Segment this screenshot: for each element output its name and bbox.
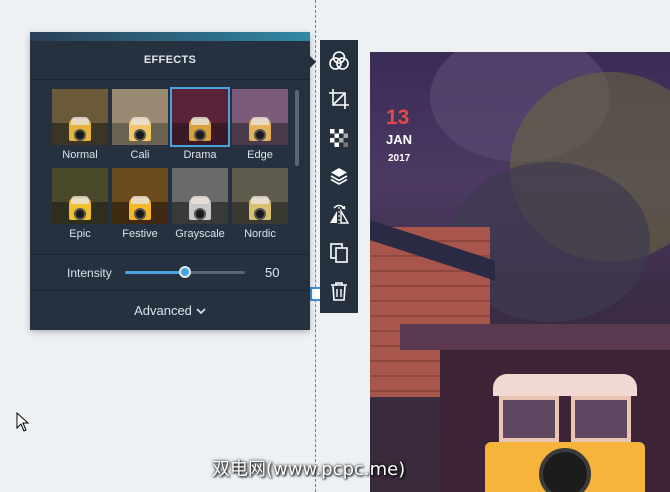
filter-label: Drama [183, 149, 217, 161]
crop-button[interactable] [320, 80, 358, 118]
thumbnail-van-roof [71, 196, 89, 204]
date-day[interactable]: 13 [386, 106, 409, 130]
alignment-guide-vertical [315, 0, 316, 492]
van-roof [493, 374, 637, 396]
filter-thumbnail [52, 168, 108, 224]
filters-grid: Normal Cali Drama Edge Epic Festive Grayscale N… [52, 87, 292, 241]
layers-button[interactable] [320, 157, 358, 195]
filters-button[interactable] [320, 42, 358, 80]
chevron-down-icon [196, 308, 206, 315]
filters-scrollbar[interactable] [295, 90, 299, 166]
thumbnail-van-wheel [134, 208, 146, 220]
garage-awning [400, 324, 670, 350]
photo-canvas[interactable] [370, 52, 670, 492]
mouse-cursor-icon [16, 412, 30, 432]
intensity-slider-fill [125, 271, 185, 274]
van-image [485, 374, 645, 492]
advanced-label: Advanced [134, 303, 192, 318]
date-year[interactable]: 2017 [388, 153, 410, 164]
thumbnail-van-wheel [74, 208, 86, 220]
thumbnail-van-wheel [74, 129, 86, 141]
filter-label: Normal [62, 149, 98, 161]
intensity-label: Intensity [67, 266, 112, 280]
thumbnail-van-roof [71, 117, 89, 125]
thumbnail-van-roof [191, 196, 209, 204]
van-window [499, 396, 559, 442]
panel-pointer [310, 56, 316, 68]
filter-cali[interactable]: Cali [112, 89, 168, 162]
duplicate-button[interactable] [320, 234, 358, 272]
thumbnail-van-wheel [134, 129, 146, 141]
transparency-icon [330, 129, 348, 147]
side-toolbar [320, 40, 358, 313]
thumbnail-van-roof [251, 117, 269, 125]
filter-edge[interactable]: Edge [232, 89, 288, 162]
delete-button[interactable] [320, 272, 358, 310]
van-window [571, 396, 631, 442]
filter-normal[interactable]: Normal [52, 89, 108, 162]
effects-panel: EFFECTS Normal Cali Drama Edge Epic Festive Gr… [30, 32, 316, 330]
thumbnail-van-roof [131, 196, 149, 204]
thumbnail-van-roof [191, 117, 209, 125]
duplicate-icon [330, 243, 348, 263]
filter-label: Grayscale [175, 228, 225, 240]
filter-thumbnail [112, 168, 168, 224]
filter-epic[interactable]: Epic [52, 168, 108, 241]
filter-label: Edge [247, 149, 273, 161]
intensity-slider[interactable] [125, 266, 245, 278]
flip-icon [330, 204, 350, 224]
thumbnail-van-wheel [194, 208, 206, 220]
thumbnail-van-wheel [254, 208, 266, 220]
filter-label: Epic [69, 228, 91, 240]
filter-thumbnail [112, 89, 168, 145]
crop-icon [329, 89, 349, 109]
thumbnail-van-roof [251, 196, 269, 204]
filter-label: Nordic [244, 228, 276, 240]
van-spare-tire [539, 448, 591, 492]
filters-icon [329, 51, 349, 70]
date-month[interactable]: JAN [386, 132, 412, 147]
advanced-button[interactable]: Advanced [30, 294, 310, 328]
thumbnail-van-wheel [254, 129, 266, 141]
panel-top-bar [30, 32, 310, 41]
flip-button[interactable] [320, 195, 358, 233]
intensity-value: 50 [265, 265, 280, 280]
intensity-slider-thumb[interactable] [179, 266, 191, 278]
filter-thumbnail [232, 168, 288, 224]
filter-label: Festive [122, 228, 158, 240]
filter-grayscale[interactable]: Grayscale [172, 168, 228, 241]
filter-thumbnail [52, 89, 108, 145]
filter-drama[interactable]: Drama [170, 87, 230, 162]
divider [30, 290, 310, 291]
thumbnail-van-roof [131, 117, 149, 125]
filter-thumbnail [170, 87, 230, 147]
filter-label: Cali [130, 149, 150, 161]
trash-icon [331, 282, 347, 301]
intensity-row: Intensity 50 [30, 254, 310, 290]
filter-thumbnail [172, 168, 228, 224]
layers-icon [330, 168, 348, 185]
filter-nordic[interactable]: Nordic [232, 168, 288, 241]
transparency-button[interactable] [320, 119, 358, 157]
watermark: 双电网(www.pcpc.me) [212, 459, 406, 480]
thumbnail-van-wheel [194, 129, 206, 141]
filter-festive[interactable]: Festive [112, 168, 168, 241]
filter-thumbnail [232, 89, 288, 145]
effects-panel-title: EFFECTS [30, 41, 310, 80]
